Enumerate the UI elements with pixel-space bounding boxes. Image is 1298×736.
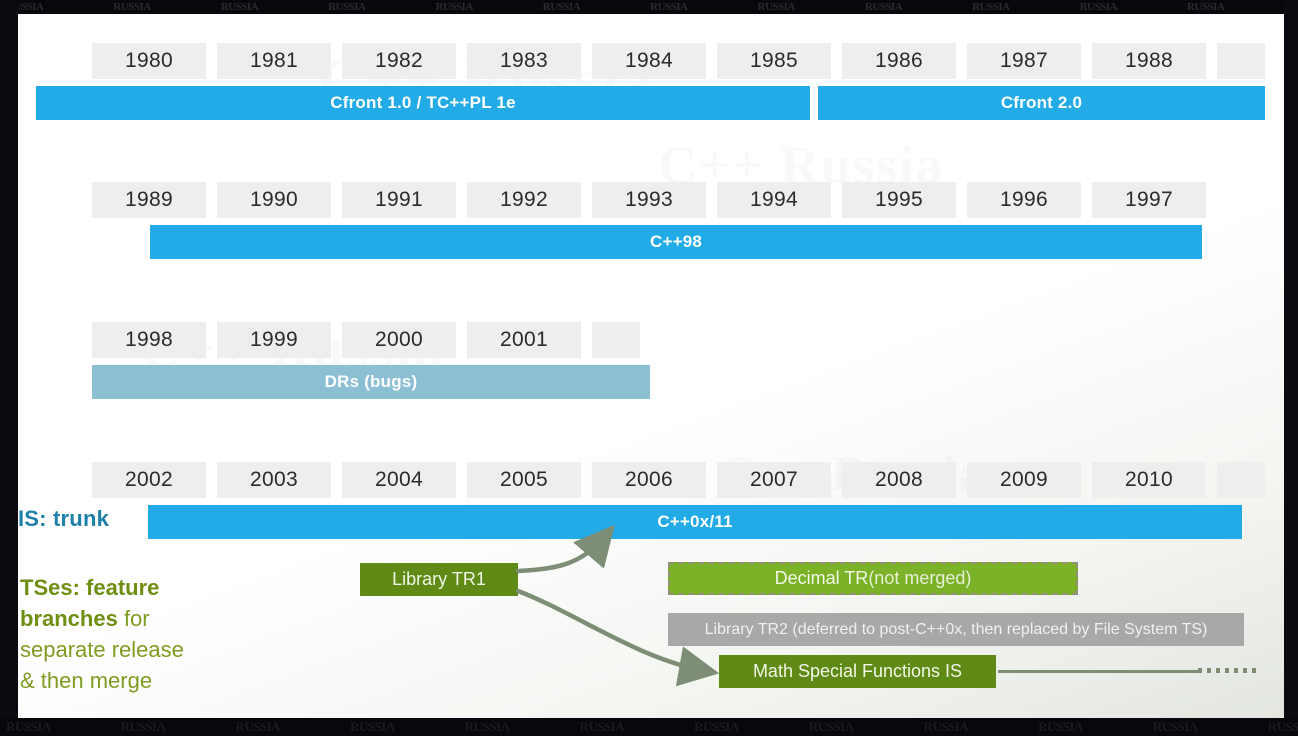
letterbox-watermark: RUSSIA <box>435 1 473 13</box>
letterbox-watermark: RUSSIA <box>757 1 796 13</box>
letterbox-watermark: RUSSIA <box>972 1 1010 13</box>
year-cell: 1985 <box>717 43 831 79</box>
math-is-tail-line <box>998 670 1198 673</box>
year-cell: 1982 <box>342 43 456 79</box>
ts-note-line-1: TSes: feature <box>20 575 160 600</box>
ts-box-library-tr2[interactable]: Library TR2 (deferred to post-C++0x, the… <box>668 613 1244 646</box>
timeline-bar-drs: DRs (bugs) <box>92 365 650 399</box>
year-cell: 1992 <box>467 182 581 218</box>
letterbox-watermark: RUSSIA <box>220 1 259 13</box>
ts-note-line-3: separate release <box>20 637 184 662</box>
ts-box-decimal-tr[interactable]: Decimal TR (not merged) <box>668 562 1078 595</box>
letterbox-watermark: RUSSIA <box>1267 719 1298 734</box>
arrow-tr1-to-trunk <box>515 524 615 574</box>
slide-canvas: C++ Russia C++ Russia C++ Russia C++ Rus… <box>18 14 1284 718</box>
bottom-letterbox-band: RUSSIA RUSSIA RUSSIA RUSSIA RUSSIA RUSSIA RUSS… <box>0 718 1298 736</box>
year-cell: 1986 <box>842 43 956 79</box>
ts-note-line-2-rest: for <box>117 606 150 631</box>
letterbox-watermark: RUSSIA <box>1186 1 1225 13</box>
year-cell: 2010 <box>1092 462 1206 498</box>
ts-note-line-4: & then merge <box>20 668 153 693</box>
timeline-bar-cpp0x11: C++0x/11 <box>148 505 1242 539</box>
letterbox-watermark: RUSSIA <box>120 719 166 734</box>
year-cell: 1987 <box>967 43 1081 79</box>
year-cell: 2007 <box>717 462 831 498</box>
letterbox-watermark: RUSSIA <box>694 719 739 734</box>
year-cell: 2002 <box>92 462 206 498</box>
year-cell: 2000 <box>342 322 456 358</box>
letterbox-watermark: RUSSIA <box>1038 719 1083 734</box>
year-cell: 2006 <box>592 462 706 498</box>
letterbox-watermark: RUSSIA <box>579 719 625 734</box>
year-cell: 1993 <box>592 182 706 218</box>
year-cell-empty <box>1217 43 1265 79</box>
year-cell: 2005 <box>467 462 581 498</box>
letterbox-watermark: RUSSIA <box>113 1 151 13</box>
year-cell-empty <box>1217 462 1265 498</box>
letterbox-watermark: RUSSIA <box>1152 719 1198 734</box>
ts-box-decimal-tr-label: Decimal TR <box>774 568 869 588</box>
letterbox-watermark: RUSSIA <box>464 719 510 734</box>
letterbox-watermark: RUSSIA <box>350 719 395 734</box>
year-cell: 1981 <box>217 43 331 79</box>
tses-feature-branches-note: TSes: feature branches for separate rele… <box>20 572 270 696</box>
year-cell: 1997 <box>1092 182 1206 218</box>
letterbox-watermark: RUSSIA <box>328 1 366 13</box>
year-cell: 1983 <box>467 43 581 79</box>
year-cell: 1980 <box>92 43 206 79</box>
year-cell: 1999 <box>217 322 331 358</box>
year-cell: 2009 <box>967 462 1081 498</box>
top-letterbox-band: RUSSIA RUSSIA RUSSIA RUSSIA RUSSIA RUSSIA RUSS… <box>0 0 1298 14</box>
letterbox-watermark: RUSSIA <box>542 1 581 13</box>
letterbox-watermark: RUSSIA <box>235 719 281 734</box>
year-cell: 1989 <box>92 182 206 218</box>
is-trunk-label: IS: trunk <box>18 506 110 531</box>
letterbox-watermark: RUSSIA <box>1079 1 1118 13</box>
year-cell: 1988 <box>1092 43 1206 79</box>
left-letterbox-rail: RUSSIARUSSIARUSSIARUSSIARUSSIARUSSIARUSS… <box>0 0 18 736</box>
year-cell-empty <box>592 322 640 358</box>
year-cell: 2003 <box>217 462 331 498</box>
year-cell: 1995 <box>842 182 956 218</box>
letterbox-watermark: RUSSIA <box>808 719 854 734</box>
year-cell: 1996 <box>967 182 1081 218</box>
timeline-bar-cfront-2: Cfront 2.0 <box>818 86 1265 120</box>
ts-box-decimal-tr-suffix: (not merged) <box>868 568 972 588</box>
year-cell: 1984 <box>592 43 706 79</box>
letterbox-watermark: RUSSIA <box>923 719 969 734</box>
year-cell: 2001 <box>467 322 581 358</box>
ts-note-line-2-bold: branches <box>20 606 118 631</box>
year-cell: 1990 <box>217 182 331 218</box>
ts-box-library-tr1[interactable]: Library TR1 <box>360 563 518 596</box>
year-cell: 2004 <box>342 462 456 498</box>
timeline-bar-cpp98: C++98 <box>150 225 1202 259</box>
ts-box-math-special-functions-is[interactable]: Math Special Functions IS <box>719 655 996 688</box>
year-cell: 1998 <box>92 322 206 358</box>
right-letterbox-rail: RUSSIARUSSIARUSSIARUSSIARUSSIARUSSIARUSS… <box>1284 0 1298 736</box>
year-cell: 1994 <box>717 182 831 218</box>
letterbox-watermark: RUSSIA <box>650 1 688 13</box>
video-frame: RUSSIA RUSSIA RUSSIA RUSSIA RUSSIA RUSSIA RUSS… <box>0 0 1298 736</box>
letterbox-watermark: RUSSIA <box>864 1 903 13</box>
year-cell: 2008 <box>842 462 956 498</box>
year-cell: 1991 <box>342 182 456 218</box>
math-is-tail-dots <box>1198 668 1260 673</box>
letterbox-watermark: RUSSIA <box>6 719 51 734</box>
timeline-bar-cfront-1: Cfront 1.0 / TC++PL 1e <box>36 86 810 120</box>
